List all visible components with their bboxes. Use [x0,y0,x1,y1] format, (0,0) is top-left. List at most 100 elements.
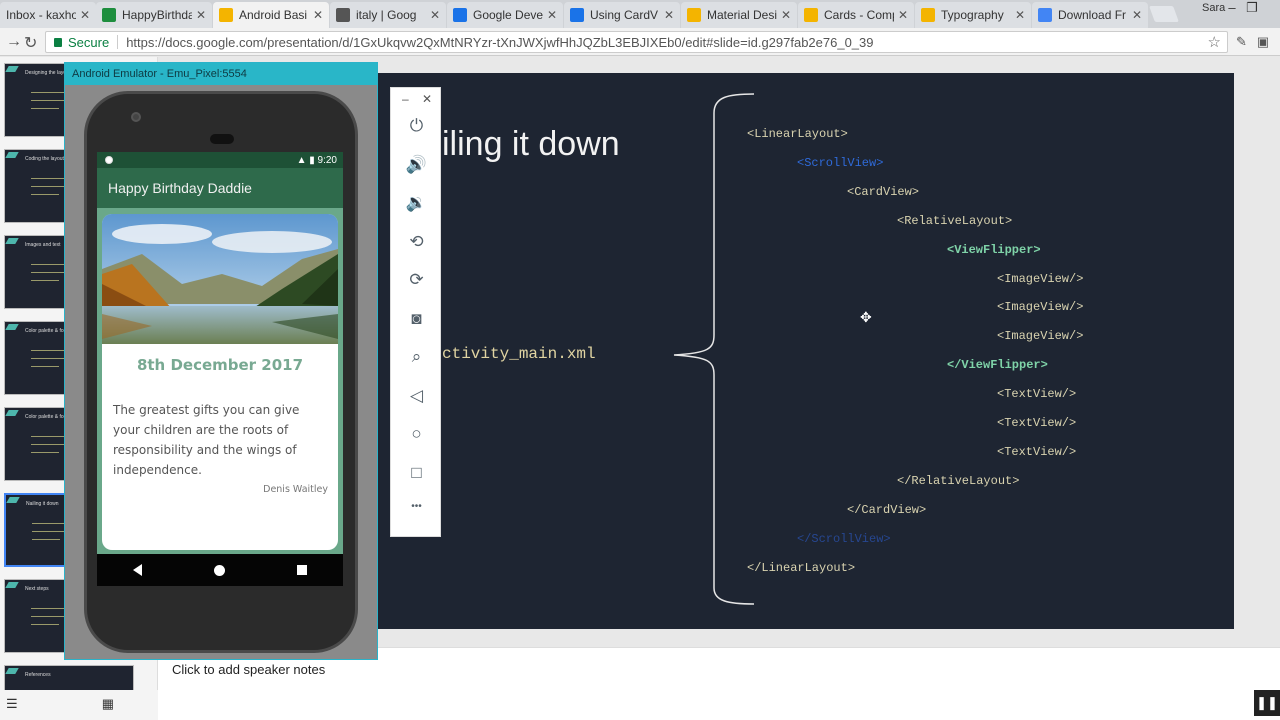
browser-tab[interactable]: Material Desi ✕ [681,2,797,28]
tab-close-icon[interactable]: ✕ [196,8,206,22]
browser-tab[interactable]: Download Fr ✕ [1032,2,1148,28]
tab-close-icon[interactable]: ✕ [313,8,323,22]
window-extension-icon[interactable]: ▣ [1257,34,1269,50]
emulator-title-bar[interactable]: Android Emulator - Emu_Pixel:5554 [65,63,377,85]
browser-tab[interactable]: Cards - Comp ✕ [798,2,914,28]
back-icon[interactable]: ◁ [391,386,442,406]
thumbnail-line [31,444,65,445]
volume-down-icon[interactable]: 🔉 [391,193,442,213]
tab-title: Google Deve [473,8,543,22]
zoom-icon[interactable]: ⌕ [391,347,442,367]
current-slide[interactable]: iling it down ctivity_main.xml <LinearLa… [378,73,1234,629]
code-line[interactable]: </CardView> [847,503,926,517]
tab-close-icon[interactable]: ✕ [1015,8,1025,22]
reload-icon[interactable]: ↻ [24,33,37,53]
thumbnail-line [31,186,65,187]
bookmark-star-icon[interactable]: ☆ [1208,33,1221,51]
tab-favicon-icon [102,8,116,22]
browser-tab[interactable]: Google Deve ✕ [447,2,563,28]
thumbnail-title: Coding the layout [25,156,64,162]
code-line[interactable]: <TextView/> [997,445,1076,459]
browser-tab[interactable]: Inbox - kaxho ✕ [0,2,96,28]
slide-filename[interactable]: ctivity_main.xml [442,345,596,363]
pause-icon[interactable]: ❚❚ [1254,690,1280,716]
move-cursor-icon: ✥ [860,309,872,325]
thumbnail-line [31,358,65,359]
rotate-right-icon[interactable]: ⟳ [391,270,442,290]
browser-tab[interactable]: Typography ✕ [915,2,1031,28]
front-camera [131,112,141,122]
code-line[interactable]: <ImageView/> [997,329,1083,343]
minimize-icon[interactable]: – [1222,0,1242,16]
tab-close-icon[interactable]: ✕ [80,8,90,22]
leaf-logo-icon [5,668,19,674]
browser-tab[interactable]: Android Basi ✕ [213,2,329,28]
nav-recents-icon[interactable] [297,565,307,575]
maximize-icon[interactable]: ❐ [1242,0,1262,16]
tab-title: Material Desi [707,8,777,22]
code-line[interactable]: <ImageView/> [997,272,1083,286]
code-line[interactable]: <TextView/> [997,387,1076,401]
tab-close-icon[interactable]: ✕ [547,8,557,22]
tab-close-icon[interactable]: ✕ [898,8,908,22]
url-text[interactable]: https://docs.google.com/presentation/d/1… [126,35,873,50]
home-icon[interactable]: ○ [391,424,442,444]
slide-title[interactable]: iling it down [442,125,620,164]
more-icon[interactable]: ••• [391,501,442,512]
secure-label: Secure [68,34,110,50]
address-bar[interactable]: Secure https://docs.google.com/presentat… [45,31,1228,53]
emulator-toolbar: – ✕ ⏻ 🔊 🔉 ⟲ ⟳ ◙ ⌕ ◁ ○ □ ••• [390,87,441,537]
pen-extension-icon[interactable]: ✎ [1236,34,1247,50]
thumbnail-title: Nailing it down [26,501,59,507]
tab-close-icon[interactable]: ✕ [781,8,791,22]
view-toggle-bar: ☰ ▦ [0,690,158,720]
code-line[interactable]: </LinearLayout> [747,561,855,575]
nav-home-icon[interactable] [214,564,225,576]
status-time: 9:20 [317,154,337,166]
power-icon[interactable]: ⏻ [391,116,442,136]
tab-close-icon[interactable]: ✕ [1132,8,1142,22]
browser-tab[interactable]: Using CardV ✕ [564,2,680,28]
window-controls: – ❐ [1222,0,1262,16]
tab-close-icon[interactable]: ✕ [430,8,440,22]
back-arrow-icon[interactable]: → [6,33,22,51]
code-line[interactable]: <RelativeLayout> [897,214,1012,228]
thumbnail-line [31,272,65,273]
phone-screen[interactable]: ▲ ▮ 9:20 Happy Birthday Daddie 8th Decem… [97,152,343,586]
thumbnail-title: Designing the layo [25,70,67,76]
thumbnail-title: Next steps [25,586,49,592]
thumbnail-line [32,539,60,540]
browser-tab[interactable]: HappyBirthda ✕ [96,2,212,28]
code-line[interactable]: <ScrollView> [797,156,883,170]
volume-up-icon[interactable]: 🔊 [391,155,442,175]
notification-dot-icon [105,156,113,164]
emulator-minimize-icon[interactable]: – [402,92,409,106]
birthday-card[interactable]: 8th December 2017 The greatest gifts you… [102,214,338,550]
code-line[interactable]: <ImageView/> [997,300,1083,314]
tab-close-icon[interactable]: ✕ [664,8,674,22]
tab-title: Using CardV [590,8,659,22]
code-line[interactable]: <LinearLayout> [747,127,848,141]
code-line[interactable]: <CardView> [847,185,919,199]
emulator-close-icon[interactable]: ✕ [422,92,432,106]
code-line[interactable]: </ViewFlipper> [947,358,1048,372]
camera-icon[interactable]: ◙ [391,309,442,329]
code-line[interactable]: </ScrollView> [797,532,891,546]
code-line[interactable]: <ViewFlipper> [947,243,1041,257]
tab-title: Inbox - kaxho [6,8,76,22]
nav-back-icon[interactable] [133,564,142,576]
overview-icon[interactable]: □ [391,463,442,483]
leaf-logo-icon [5,238,19,244]
tab-favicon-icon [921,8,935,22]
browser-tab[interactable]: italy | Goog ✕ [330,2,446,28]
secure-indicator[interactable]: Secure [54,35,109,50]
code-line[interactable]: </RelativeLayout> [897,474,1019,488]
speaker-notes-placeholder[interactable]: Click to add speaker notes [172,662,325,677]
status-right: ▲ ▮ 9:20 [296,154,337,166]
grid-view-icon[interactable]: ▦ [102,696,114,720]
rotate-left-icon[interactable]: ⟲ [391,232,442,252]
address-divider [117,35,119,49]
filmstrip-view-icon[interactable]: ☰ [6,696,18,720]
code-line[interactable]: <TextView/> [997,416,1076,430]
tab-title: Cards - Comp [824,8,894,22]
